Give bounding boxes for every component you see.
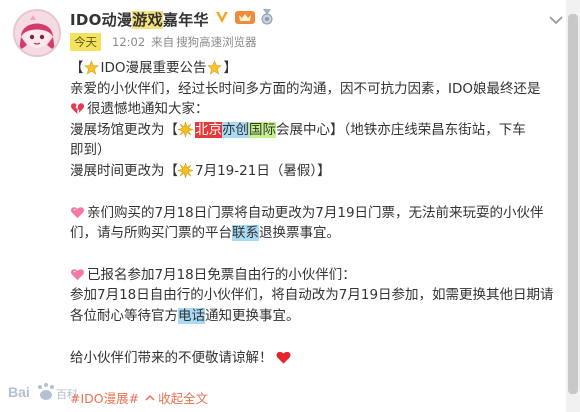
post-time[interactable]: 12:02 — [112, 35, 145, 49]
medal-icon[interactable] — [260, 9, 274, 29]
post-source[interactable]: 搜狗高速浏览器 — [176, 34, 257, 50]
star-emoji-icon — [83, 60, 99, 75]
username-link[interactable]: IDO动漫游戏嘉年华 — [70, 9, 209, 30]
announcement-title: 【IDO漫展重要公告】 — [70, 60, 238, 76]
ticket-line-2: 们，请与所购买门票的平台联系退换票事宜。 — [70, 225, 340, 242]
closing-line: 给小伙伴们带来的不便敬请谅解！ — [70, 348, 570, 369]
hashtag-link[interactable]: #IDO漫展# — [70, 388, 139, 407]
heart-emoji-icon — [71, 268, 84, 280]
post-footer: #IDO漫展# 收起全文 — [70, 388, 208, 407]
scrollbar[interactable] — [566, 0, 580, 412]
source-prefix: 来自 — [151, 35, 175, 49]
post-meta: 今天 12:02 来自 搜狗高速浏览器 — [70, 33, 257, 51]
svg-text:Bai: Bai — [8, 384, 30, 400]
today-tag: 今天 — [70, 33, 101, 51]
chevron-up-icon — [145, 394, 155, 401]
free-tour-line-2: 各位耐心等待官方电话通知更换事宜。 — [70, 307, 300, 324]
star-emoji-icon — [206, 60, 222, 75]
venue-line-cont: 即到） — [70, 142, 111, 159]
body-line-2: 很遗憾地通知大家： — [70, 99, 570, 120]
free-tour-line-1: 参加7月18日自由行的小伙伴们，将自动改为7月19日参加，如需更换其他日期请 — [70, 287, 554, 304]
collapse-label: 收起全文 — [158, 391, 209, 406]
vip-crown-icon[interactable] — [234, 9, 255, 29]
scroll-thumb[interactable] — [568, 14, 578, 394]
post-content: 【IDO漫展重要公告】 亲爱的小伙伴们，经过长时间多方面的沟通，因不可抗力因素，… — [70, 58, 570, 368]
venue-line: 漫展场馆更改为【 北京亦创国际会展中心】（地铁亦庄线荣昌东街站，下车 — [70, 121, 526, 138]
ticket-line-1: 亲们购买的7月18日门票将自动更改为7月19日门票，无法前来玩耍的小伙伴 — [70, 203, 570, 224]
weibo-post: IDO动漫游戏嘉年华 今天 12:02 来自 搜狗高速浏览器 【IDO漫展重要公… — [0, 0, 580, 412]
post-header: IDO动漫游戏嘉年华 — [70, 9, 274, 29]
avatar[interactable] — [13, 9, 61, 57]
body-line-1: 亲爱的小伙伴们，经过长时间多方面的沟通，因不可抗力因素，IDO娘最终还是 — [70, 80, 541, 97]
time-line: 漫展时间更改为【 7月19-21日（暑假）】 — [70, 162, 331, 179]
free-tour-heading: 已报名参加7月18日免票自由行的小伙伴们： — [70, 265, 570, 286]
red-heart-emoji-icon — [276, 351, 290, 364]
burst-emoji-icon — [178, 162, 193, 178]
burst-emoji-icon — [178, 121, 193, 137]
verified-v-icon — [214, 9, 230, 29]
chevron-down-icon[interactable] — [546, 10, 566, 34]
broken-heart-emoji-icon — [71, 103, 84, 115]
heart-emoji-icon — [71, 206, 84, 218]
collapse-button[interactable]: 收起全文 — [145, 388, 208, 407]
